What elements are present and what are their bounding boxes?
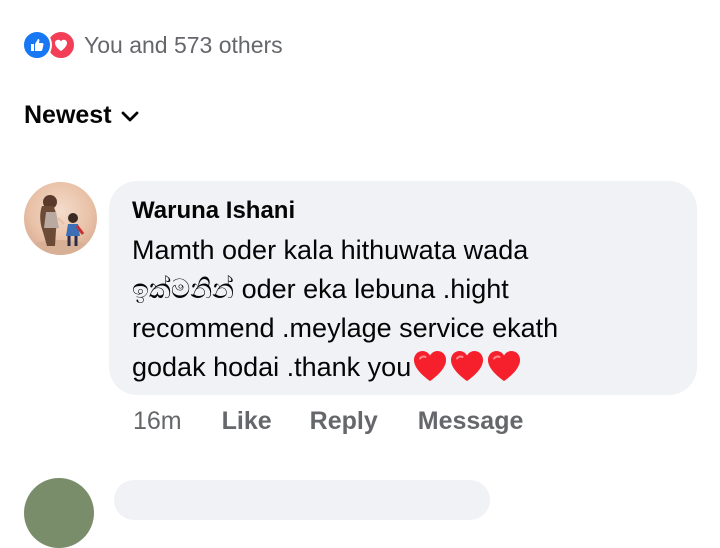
comment-line-last: godak hodai .thank you — [132, 348, 675, 387]
next-comment-bubble — [114, 480, 490, 520]
comment-text: Mamth oder kala hithuwata wada ඉක්මනින් … — [132, 231, 675, 387]
heart-icon — [488, 351, 521, 381]
comment-line: godak hodai .thank you — [132, 352, 412, 382]
heart-icon — [414, 351, 447, 381]
message-button[interactable]: Message — [418, 407, 524, 436]
avatar[interactable] — [24, 182, 97, 255]
next-comment-avatar[interactable] — [24, 478, 94, 548]
reaction-count-text[interactable]: You and 573 others — [84, 32, 283, 59]
reply-button[interactable]: Reply — [310, 407, 378, 436]
comment-line: Mamth oder kala hithuwata wada — [132, 235, 529, 265]
like-icon — [22, 30, 52, 60]
chevron-down-icon — [121, 111, 138, 121]
comment-sort-dropdown[interactable]: Newest — [24, 101, 140, 130]
like-button[interactable]: Like — [222, 407, 272, 436]
comment-author[interactable]: Waruna Ishani — [132, 197, 675, 225]
comment-timestamp[interactable]: 16m — [133, 407, 182, 436]
comment-bubble: Waruna Ishani Mamth oder kala hithuwata … — [109, 181, 697, 395]
heart-icon — [451, 351, 484, 381]
comment-actions: 16m Like Reply Message — [133, 407, 523, 436]
sort-label[interactable]: Newest — [24, 101, 112, 130]
heart-emoji-group — [412, 350, 523, 382]
comment-line: ඉක්මනින් oder eka lebuna .hight — [132, 274, 509, 304]
comment-line: recommend .meylage service ekath — [132, 313, 559, 343]
reaction-summary[interactable]: You and 573 others — [22, 30, 283, 60]
